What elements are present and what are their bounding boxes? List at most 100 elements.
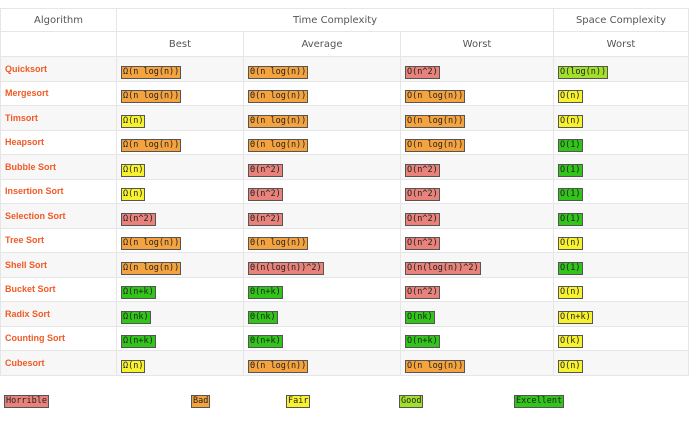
- complexity-average: Θ(nk): [248, 310, 278, 324]
- algorithm-name: Mergesort: [0, 80, 117, 106]
- algorithm-name: Insertion Sort: [0, 178, 117, 204]
- cell-space: O(n): [553, 227, 689, 253]
- header-best: Best: [116, 31, 244, 57]
- complexity-worst: O(n log(n)): [405, 90, 466, 104]
- complexity-worst: O(n log(n)): [405, 359, 466, 373]
- cell-average: Θ(n log(n)): [243, 129, 401, 155]
- legend-good: Good: [399, 395, 424, 408]
- table-row: Heapsort Ω(n log(n)) Θ(n log(n)) O(n log(n)…: [0, 129, 689, 155]
- algorithm-name: Timsort: [0, 105, 117, 131]
- complexity-best: Ω(n log(n)): [121, 65, 182, 79]
- cell-worst: O(n^2): [399, 56, 555, 82]
- complexity-best: Ω(n^2): [121, 212, 156, 226]
- complexity-best: Ω(n): [121, 188, 146, 202]
- cell-worst: O(n^2): [399, 227, 555, 253]
- cell-space: O(log(n)): [553, 56, 689, 82]
- table-row: Bucket Sort Ω(n+k) Θ(n+k) O(n^2) O(n): [0, 276, 689, 302]
- cell-space: O(n+k): [553, 301, 689, 327]
- table-row: Radix Sort Ω(nk) Θ(nk) O(nk) O(n+k): [0, 301, 689, 327]
- cell-best: Ω(n): [116, 178, 244, 204]
- legend: Horrible Bad Fair Good Excellent: [0, 395, 689, 408]
- cell-worst: O(n+k): [399, 325, 555, 351]
- complexity-space: O(1): [558, 139, 583, 153]
- complexity-best: Ω(n log(n)): [121, 261, 182, 275]
- complexity-best: Ω(n+k): [121, 335, 156, 349]
- cell-space: O(n): [553, 350, 689, 376]
- cell-average: Θ(nk): [243, 301, 401, 327]
- legend-excellent: Excellent: [514, 395, 565, 408]
- complexity-space: O(n): [558, 114, 583, 128]
- complexity-space: O(1): [558, 212, 583, 226]
- complexity-worst: O(n^2): [405, 237, 440, 251]
- cell-worst: O(n log(n)): [399, 80, 555, 106]
- cell-worst: O(nk): [399, 301, 555, 327]
- complexity-space: O(1): [558, 188, 583, 202]
- complexity-worst: O(n^2): [405, 212, 440, 226]
- complexity-average: Θ(n+k): [248, 335, 283, 349]
- complexity-average: Θ(n log(n)): [248, 237, 309, 251]
- cell-space: O(1): [553, 154, 689, 180]
- complexity-worst: O(n^2): [405, 286, 440, 300]
- cell-space: O(1): [553, 129, 689, 155]
- complexity-best: Ω(n): [121, 359, 146, 373]
- cell-best: Ω(n): [116, 154, 244, 180]
- cell-average: Θ(n log(n)): [243, 227, 401, 253]
- algorithm-name: Counting Sort: [0, 325, 117, 351]
- cell-best: Ω(n): [116, 350, 244, 376]
- cell-worst: O(n^2): [399, 154, 555, 180]
- algorithm-name: Heapsort: [0, 129, 117, 155]
- algorithm-name: Cubesort: [0, 350, 117, 376]
- cell-average: Θ(n^2): [243, 154, 401, 180]
- complexity-best: Ω(nk): [121, 310, 151, 324]
- legend-fair: Fair: [286, 395, 311, 408]
- algorithm-name: Radix Sort: [0, 301, 117, 327]
- header-blank: [0, 31, 117, 57]
- algorithm-name: Tree Sort: [0, 227, 117, 253]
- complexity-worst: O(n(log(n))^2): [405, 261, 481, 275]
- cell-best: Ω(n+k): [116, 276, 244, 302]
- cell-best: Ω(nk): [116, 301, 244, 327]
- cell-average: Θ(n log(n)): [243, 56, 401, 82]
- complexity-average: Θ(n log(n)): [248, 65, 309, 79]
- cell-worst: O(n log(n)): [399, 105, 555, 131]
- complexity-average: Θ(n log(n)): [248, 114, 309, 128]
- complexity-space: O(n): [558, 359, 583, 373]
- cell-average: Θ(n+k): [243, 276, 401, 302]
- cell-best: Ω(n log(n)): [116, 129, 244, 155]
- header-average: Average: [243, 31, 401, 57]
- cell-average: Θ(n log(n)): [243, 105, 401, 131]
- legend-bad: Bad: [191, 395, 211, 408]
- table-row: Shell Sort Ω(n log(n)) Θ(n(log(n))^2) O(n(l…: [0, 252, 689, 278]
- complexity-worst: O(n^2): [405, 188, 440, 202]
- cell-worst: O(n^2): [399, 276, 555, 302]
- complexity-average: Θ(n^2): [248, 188, 283, 202]
- header-space-worst: Worst: [553, 31, 689, 57]
- table-row: Selection Sort Ω(n^2) Θ(n^2) O(n^2) O(1): [0, 203, 689, 229]
- cell-average: Θ(n^2): [243, 178, 401, 204]
- complexity-space: O(k): [558, 335, 583, 349]
- cell-average: Θ(n^2): [243, 203, 401, 229]
- cell-worst: O(n log(n)): [399, 129, 555, 155]
- complexity-space: O(1): [558, 163, 583, 177]
- complexity-best: Ω(n): [121, 114, 146, 128]
- algorithm-name: Bubble Sort: [0, 154, 117, 180]
- complexity-worst: O(n log(n)): [405, 139, 466, 153]
- complexity-average: Θ(n+k): [248, 286, 283, 300]
- complexity-space: O(n+k): [558, 310, 593, 324]
- cell-space: O(k): [553, 325, 689, 351]
- complexity-space: O(n): [558, 286, 583, 300]
- cell-space: O(n): [553, 105, 689, 131]
- complexity-average: Θ(n(log(n))^2): [248, 261, 324, 275]
- complexity-worst: O(n log(n)): [405, 114, 466, 128]
- cell-average: Θ(n log(n)): [243, 350, 401, 376]
- complexity-worst: O(nk): [405, 310, 435, 324]
- table-row: Mergesort Ω(n log(n)) Θ(n log(n)) O(n log(n…: [0, 80, 689, 106]
- table-row: Timsort Ω(n) Θ(n log(n)) O(n log(n)) O(n): [0, 105, 689, 131]
- cell-space: O(1): [553, 203, 689, 229]
- complexity-space: O(1): [558, 261, 583, 275]
- algorithm-name: Selection Sort: [0, 203, 117, 229]
- complexity-average: Θ(n log(n)): [248, 139, 309, 153]
- complexity-best: Ω(n log(n)): [121, 237, 182, 251]
- complexity-best: Ω(n log(n)): [121, 139, 182, 153]
- cell-worst: O(n^2): [399, 203, 555, 229]
